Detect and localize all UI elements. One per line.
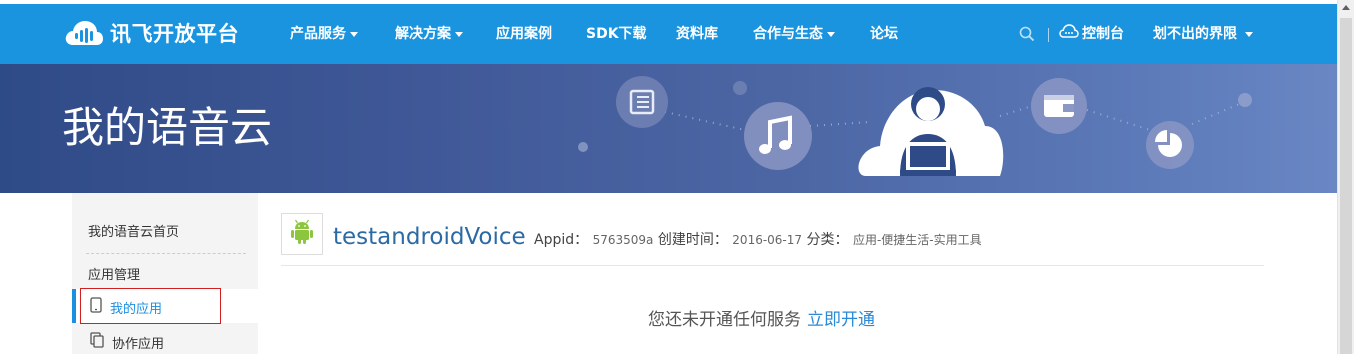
user-menu[interactable]: 划不出的界限 xyxy=(1153,22,1253,46)
search-icon[interactable] xyxy=(1019,26,1035,46)
chevron-down-icon xyxy=(827,31,835,37)
nav-partners-label: 合作与生态 xyxy=(753,26,823,42)
nav-sdk-download-label: SDK下载 xyxy=(586,26,647,42)
pie-chart-icon xyxy=(1146,121,1194,169)
chevron-down-icon xyxy=(455,31,463,37)
sidebar-item-collab-apps[interactable]: 协作应用 xyxy=(90,332,164,352)
app-name: testandroidVoice xyxy=(333,224,526,250)
category-value: 应用-便捷生活-实用工具 xyxy=(852,233,982,247)
hero-banner: 我的语音云 xyxy=(0,64,1337,193)
cloud-console-icon xyxy=(1059,22,1079,46)
category-label: 分类： xyxy=(806,232,849,248)
nav-docs[interactable]: 资料库 xyxy=(676,22,718,46)
music-icon xyxy=(744,102,812,170)
nav-forum[interactable]: 论坛 xyxy=(870,22,898,46)
sidebar-item-label: 协作应用 xyxy=(112,336,165,352)
nav-divider xyxy=(1048,28,1049,42)
copy-icon xyxy=(90,332,104,352)
nav-solutions[interactable]: 解决方案 xyxy=(395,22,463,46)
section-divider xyxy=(281,265,1264,266)
nav-products-label: 产品服务 xyxy=(290,26,346,42)
chevron-down-icon xyxy=(350,31,358,37)
top-nav: 讯飞开放平台 产品服务 解决方案 应用案例 SDK下载 资料库 合作与生态 论坛 xyxy=(0,0,1337,64)
nav-forum-label: 论坛 xyxy=(870,26,898,42)
android-icon xyxy=(290,219,314,249)
nav-sdk-download[interactable]: SDK下载 xyxy=(586,22,647,46)
wallet-icon xyxy=(1031,78,1087,134)
nav-docs-label: 资料库 xyxy=(676,26,718,42)
sidebar-active-indicator xyxy=(72,289,76,323)
page-title: 我的语音云 xyxy=(62,103,273,152)
empty-state-message: 您还未开通任何服务 xyxy=(648,310,801,330)
activate-now-link[interactable]: 立即开通 xyxy=(807,310,875,330)
brand-logo[interactable]: 讯飞开放平台 xyxy=(64,16,239,50)
app-icon xyxy=(281,213,323,255)
document-icon xyxy=(616,76,668,128)
cloud-logo-icon xyxy=(64,18,104,48)
chevron-down-icon xyxy=(1245,31,1253,37)
console-link[interactable]: 控制台 xyxy=(1059,22,1124,46)
nav-top-border xyxy=(0,0,1337,4)
nav-cases[interactable]: 应用案例 xyxy=(496,22,552,46)
app-meta: Appid： 5763509a 创建时间： 2016-06-17 分类： 应用-… xyxy=(534,230,982,250)
username: 划不出的界限 xyxy=(1153,26,1237,42)
page-root: 讯飞开放平台 产品服务 解决方案 应用案例 SDK下载 资料库 合作与生态 论坛 xyxy=(0,0,1354,354)
nav-cases-label: 应用案例 xyxy=(496,26,552,42)
user-laptop-cloud-icon xyxy=(858,87,1004,176)
nav-products[interactable]: 产品服务 xyxy=(290,22,358,46)
sidebar-item-home[interactable]: 我的语音云首页 xyxy=(88,221,179,240)
selection-highlight-box xyxy=(80,288,221,324)
console-label: 控制台 xyxy=(1082,26,1124,42)
logo-text: 讯飞开放平台 xyxy=(110,22,239,46)
appid-label: Appid： xyxy=(534,232,589,248)
nav-solutions-label: 解决方案 xyxy=(395,26,451,42)
sidebar-group-title: 应用管理 xyxy=(88,268,141,283)
empty-state: 您还未开通任何服务 立即开通 xyxy=(648,308,875,332)
vertical-scrollbar[interactable] xyxy=(1337,0,1354,354)
scroll-thumb[interactable] xyxy=(1340,18,1352,354)
created-label: 创建时间： xyxy=(657,232,728,248)
nav-partners[interactable]: 合作与生态 xyxy=(753,22,835,46)
created-value: 2016-06-17 xyxy=(732,233,803,247)
sidebar: 我的语音云首页 应用管理 我的应用 协作应用 xyxy=(72,193,258,354)
scroll-up-arrow-icon[interactable] xyxy=(1342,5,1350,10)
sidebar-divider xyxy=(86,253,246,254)
appid-value: 5763509a xyxy=(592,233,654,247)
